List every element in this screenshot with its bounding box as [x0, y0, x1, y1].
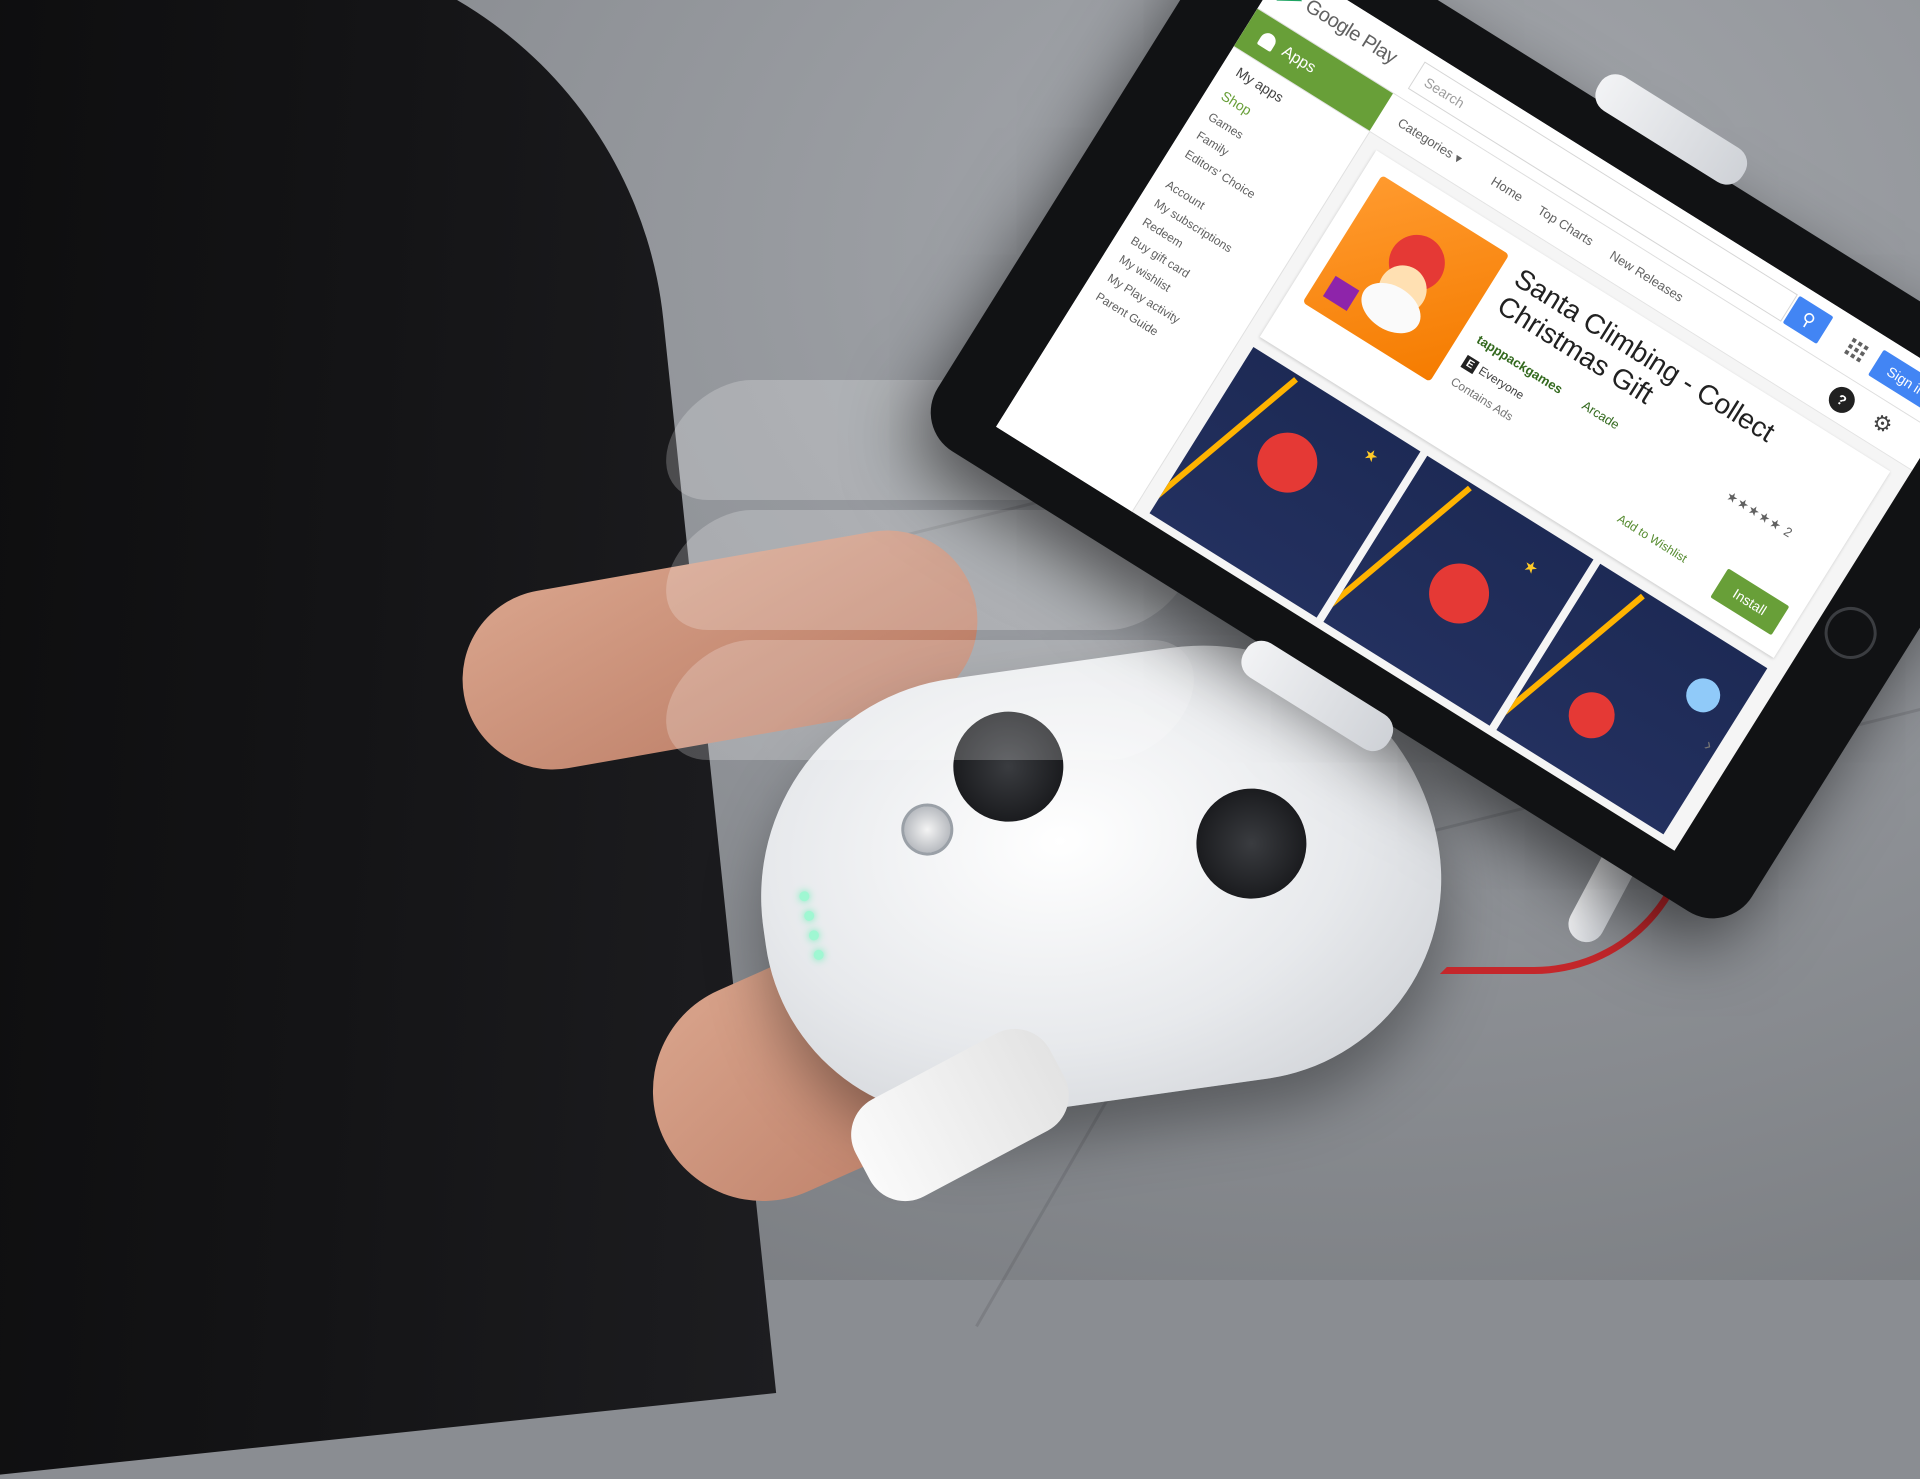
- battery-led: [798, 890, 811, 902]
- install-button[interactable]: Install: [1710, 568, 1790, 636]
- help-icon[interactable]: ?: [1823, 381, 1860, 418]
- santa-shape: [1417, 551, 1501, 635]
- nav-home[interactable]: Home: [1488, 173, 1525, 204]
- content-rating-badge-icon: E: [1460, 354, 1480, 375]
- power-button: [897, 800, 957, 859]
- add-to-wishlist-button[interactable]: Add to Wishlist: [1615, 512, 1690, 566]
- android-icon: [1256, 30, 1279, 53]
- gear-icon[interactable]: ⚙: [1867, 408, 1897, 441]
- gift-icon: [1322, 275, 1360, 312]
- battery-led: [803, 910, 815, 922]
- apps-tab-label: Apps: [1278, 43, 1319, 77]
- apps-grid-icon[interactable]: [1844, 337, 1869, 363]
- search-icon: ⚲: [1797, 307, 1820, 332]
- santa-shape: [1560, 683, 1624, 748]
- watermark-layer: [648, 640, 1212, 760]
- battery-led: [808, 929, 820, 942]
- santa-shape: [1245, 421, 1329, 504]
- category-link[interactable]: Arcade: [1579, 398, 1622, 433]
- right-control-stick: [1189, 781, 1314, 906]
- moon-shape: [1680, 672, 1727, 719]
- star-icon: ★: [1519, 556, 1541, 579]
- battery-led: [813, 949, 825, 961]
- app-icon: [1302, 175, 1510, 382]
- star-icon: ★: [1359, 445, 1382, 468]
